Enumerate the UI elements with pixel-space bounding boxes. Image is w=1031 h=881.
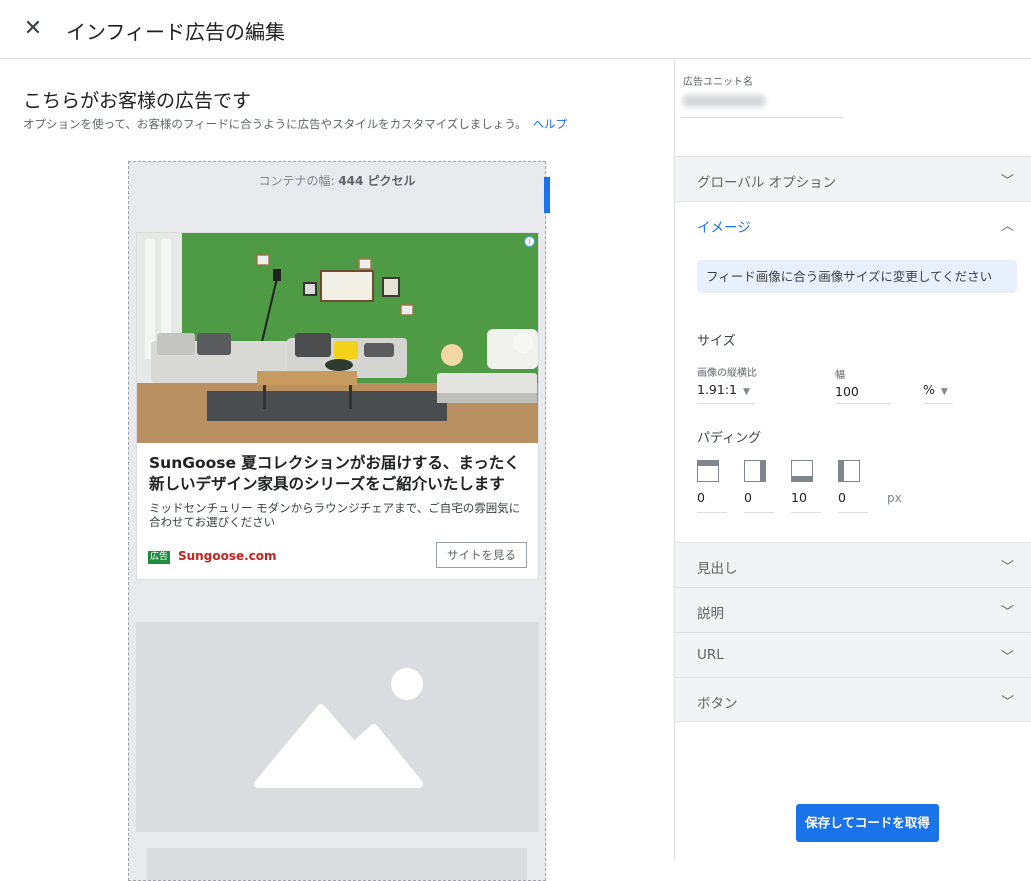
aspect-ratio-underline (697, 403, 755, 404)
accordion-global-options[interactable]: グローバル オプション ﹀ (675, 156, 1031, 201)
ad-choices-icon[interactable]: i (524, 236, 535, 247)
container-width-value: 444 ピクセル (338, 174, 416, 188)
image-size-hint: フィード画像に合う画像サイズに変更してください (697, 260, 1017, 293)
container-width-label: コンテナの幅: 444 ピクセル (129, 172, 545, 189)
padding-left-underline (838, 512, 868, 513)
chevron-down-icon: ﹀ (1000, 174, 1014, 189)
accordion-description[interactable]: 説明 ﹀ (675, 587, 1031, 632)
dropdown-arrow-icon: ▼ (940, 387, 948, 397)
padding-right-icon (744, 460, 766, 482)
unit-select[interactable]: % ▼ (923, 382, 948, 397)
ad-cta-button[interactable]: サイトを見る (436, 542, 527, 568)
chevron-down-icon: ﹀ (1000, 605, 1014, 620)
padding-bottom-input[interactable]: 10 (791, 490, 807, 505)
padding-top-input[interactable]: 0 (697, 490, 705, 505)
padding-left-input[interactable]: 0 (838, 490, 846, 505)
aspect-ratio-value: 1.91:1 (697, 382, 737, 397)
preview-pane: こちらがお客様の広告です オプションを使って、お客様のフィードに合うように広告や… (0, 60, 674, 881)
ad-card[interactable]: i SunGoose 夏コレクションがお届けする、まったく新しいデザイン家具のシ… (136, 232, 539, 580)
padding-bottom-underline (791, 512, 821, 513)
accordion-headline[interactable]: 見出し ﹀ (675, 542, 1031, 587)
unit-value: % (923, 382, 935, 397)
padding-section-title: パディング (697, 431, 762, 446)
page-title: インフィード広告の編集 (66, 20, 285, 44)
ad-headline: SunGoose 夏コレクションがお届けする、まったく新しいデザイン家具のシリー… (149, 454, 520, 493)
accordion-button[interactable]: ボタン ﹀ (675, 677, 1031, 722)
preview-subtitle-text: オプションを使って、お客様のフィードに合うように広告やスタイルをカスタマイズしま… (23, 117, 527, 131)
accordion-label: 説明 (697, 606, 724, 622)
chevron-down-icon: ﹀ (1000, 695, 1014, 710)
unit-underline (923, 403, 953, 404)
top-bar: ✕ インフィード広告の編集 (0, 0, 1031, 59)
accordion-url[interactable]: URL ﹀ (675, 632, 1031, 677)
accordion-label: ボタン (697, 696, 738, 712)
width-underline (835, 403, 891, 404)
ad-unit-name-label: 広告ユニット名 (683, 77, 753, 88)
padding-unit: px (887, 491, 902, 505)
accordion-image[interactable]: イメージ ︿ (675, 201, 1031, 246)
living-room-illustration (137, 233, 538, 443)
aspect-ratio-select[interactable]: 1.91:1 ▼ (697, 382, 750, 397)
accordion-label: イメージ (697, 220, 751, 236)
padding-bottom-icon (791, 460, 813, 482)
ad-description: ミッドセンチュリー モダンからラウンジチェアまで、ご自宅の雰囲気に合わせてお選び… (149, 501, 521, 529)
ad-unit-name-field[interactable] (683, 95, 765, 107)
padding-left-icon (838, 460, 860, 482)
size-section-title: サイズ (697, 334, 736, 349)
placeholder-block (147, 848, 527, 880)
accordion-label: URL (697, 647, 724, 663)
padding-top-icon (697, 460, 719, 482)
chevron-down-icon: ﹀ (1000, 560, 1014, 575)
dropdown-arrow-icon: ▼ (743, 387, 750, 397)
preview-title: こちらがお客様の広告です (23, 90, 252, 112)
chevron-up-icon: ︿ (1000, 219, 1014, 234)
chevron-down-icon: ﹀ (1000, 650, 1014, 665)
padding-right-input[interactable]: 0 (744, 490, 752, 505)
aspect-ratio-label: 画像の縦横比 (697, 368, 757, 379)
width-input[interactable]: 100 (835, 384, 859, 399)
settings-panel: 広告ユニット名 グローバル オプション ﹀ イメージ ︿ フィード画像に合う画像… (674, 60, 1031, 860)
ad-url[interactable]: Sungoose.com (178, 549, 277, 563)
help-link[interactable]: ヘルプ (533, 117, 568, 131)
placeholder-image-card (136, 622, 539, 832)
preview-subtitle: オプションを使って、お客様のフィードに合うように広告やスタイルをカスタマイズしま… (23, 116, 567, 132)
save-and-get-code-button[interactable]: 保存してコードを取得 (796, 804, 939, 842)
accordion-label: 見出し (697, 561, 738, 577)
ad-preview-container: コンテナの幅: 444 ピクセル i SunGoose 夏コレクションがお届けす… (128, 161, 546, 881)
ad-image: i (137, 233, 538, 443)
ad-badge: 広告 (148, 551, 171, 564)
close-icon[interactable]: ✕ (22, 18, 44, 40)
scroll-indicator[interactable] (544, 177, 550, 213)
container-width-prefix: コンテナの幅: (258, 174, 339, 188)
accordion-label: グローバル オプション (697, 175, 837, 191)
padding-right-underline (744, 512, 774, 513)
ad-unit-name-underline (681, 117, 843, 118)
padding-top-underline (697, 512, 727, 513)
image-placeholder-icon (254, 668, 423, 788)
width-label: 幅 (835, 370, 845, 381)
